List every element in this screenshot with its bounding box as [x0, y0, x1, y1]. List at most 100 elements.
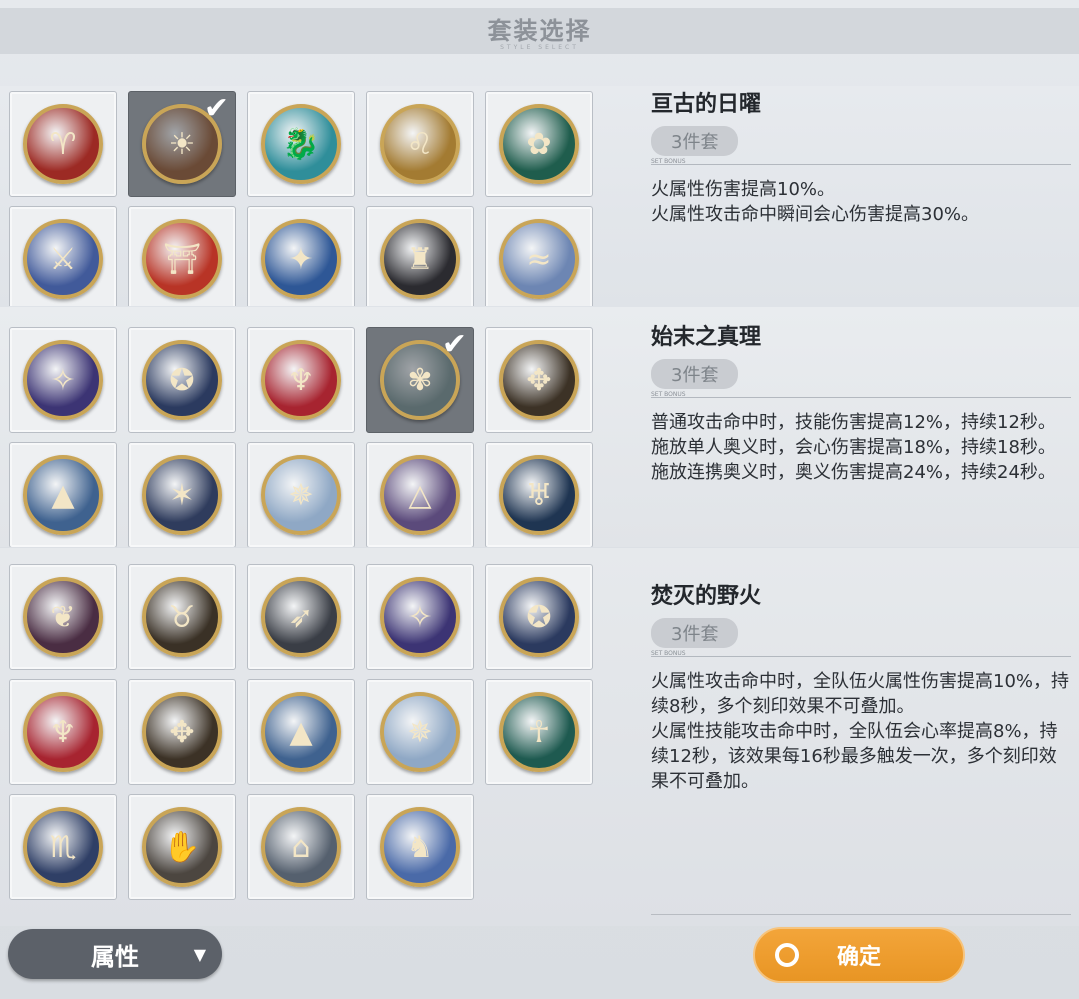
emblem-glyph: ✧: [50, 362, 76, 398]
ram-emblem-icon: ♈: [23, 104, 103, 184]
emblem-card[interactable]: ▲: [9, 442, 117, 547]
emblem-card[interactable]: △: [366, 442, 474, 547]
emblem-card[interactable]: ▲: [247, 679, 355, 785]
emblem-card[interactable]: ♞: [366, 794, 474, 900]
flower-emblem-icon: ✿: [499, 104, 579, 184]
page-header: 套装选择 STYLE SELECT: [0, 8, 1079, 54]
set-name: 始末之真理: [651, 325, 762, 350]
confirm-button[interactable]: 确定: [753, 927, 965, 983]
emblem-card[interactable]: ✵: [247, 442, 355, 547]
emblem-card[interactable]: ✾ ✔: [366, 327, 474, 433]
emblem-card[interactable]: ✋: [128, 794, 236, 900]
emblem-glyph: ✥: [526, 362, 552, 398]
emblem-glyph: ✪: [169, 362, 195, 398]
crystal-emblem-icon: ✧: [380, 577, 460, 657]
emblem-glyph: ▲: [289, 714, 313, 750]
emblem-glyph: ♈: [49, 126, 77, 162]
tower-emblem-icon: ♜: [380, 219, 460, 299]
emblem-glyph: ⚔: [49, 241, 77, 277]
divider: SET BONUS: [651, 650, 1071, 657]
emblem-card[interactable]: ✪: [128, 327, 236, 433]
emblem-glyph: ⛩: [162, 241, 202, 277]
emblem-card[interactable]: ☀ ✔: [128, 91, 236, 197]
set-name: 亘古的日曜: [651, 92, 762, 117]
emblem-glyph: ≈: [526, 241, 552, 277]
attribute-filter-button[interactable]: 属性 ▼: [8, 929, 222, 979]
emblem-card[interactable]: ♆: [247, 327, 355, 433]
emblem-glyph: ✶: [169, 477, 195, 513]
circle-icon: [775, 943, 799, 967]
emblem-card[interactable]: ♏: [9, 794, 117, 900]
divider: SET BONUS: [651, 391, 1071, 398]
emblem-glyph: ♌: [406, 126, 434, 162]
emblem-glyph: ✦: [288, 241, 314, 277]
emblem-card[interactable]: ✥: [485, 327, 593, 433]
mountain-emblem-icon: ▲: [261, 692, 341, 772]
emblem-card[interactable]: ⚔: [9, 206, 117, 306]
set-section-3: ❦ ♉ ➶ ✧ ✪ ♆ ✥ ▲ ✵ ☥ ♏ ✋ ⌂ ♞ 焚灭的野火 3件套 SET BONUS 火属性攻击…: [0, 548, 1079, 926]
flame-emblem-icon: ✦: [261, 219, 341, 299]
star-ring-emblem-icon: ✪: [142, 340, 222, 420]
emblem-card[interactable]: ♌: [366, 91, 474, 197]
emblem-glyph: ▲: [51, 477, 75, 513]
emblem-glyph: ☥: [527, 714, 551, 750]
emblem-card[interactable]: ≈: [485, 206, 593, 306]
claw-emblem-icon: ✋: [142, 807, 222, 887]
emblem-glyph: ✋: [163, 829, 201, 865]
emblem-card[interactable]: ✦: [247, 206, 355, 306]
star-ring-emblem-icon: ✪: [499, 577, 579, 657]
set-description: 普通攻击命中时，技能伤害提高12%，持续12秒。 施放单人奥义时，会心伤害提高1…: [651, 412, 1056, 483]
set-section-2: ✧ ✪ ♆ ✾ ✔ ✥ ▲ ✶ ✵ △ ♅ 始末之真理 3件套 SET BONUS 普通攻击命中时，…: [0, 307, 1079, 547]
set-section-1: ♈ ☀ ✔ 🐉 ♌ ✿ ⚔ ⛩ ✦ ♜ ≈ 亘古的日曜 3件套 SET BONUS 火属性伤害提高1…: [0, 86, 1079, 306]
pharaoh-emblem-icon: ☥: [499, 692, 579, 772]
emblem-glyph: △: [408, 477, 432, 513]
emblem-card[interactable]: ✶: [128, 442, 236, 547]
emblem-card[interactable]: ✪: [485, 564, 593, 670]
mountain-emblem-icon: ▲: [23, 455, 103, 535]
set-description: 火属性攻击命中时，全队伍火属性伤害提高10%，持续8秒，多个刻印效果不可叠加。 …: [651, 671, 1070, 792]
emblem-card[interactable]: 🐉: [247, 91, 355, 197]
emblem-glyph: ✧: [407, 599, 433, 635]
emblem-card[interactable]: ✵: [366, 679, 474, 785]
emblem-glyph: ☀: [168, 126, 196, 162]
scorpion-emblem-icon: ♏: [23, 807, 103, 887]
emblem-glyph: ✵: [407, 714, 433, 750]
sword-emblem-icon: ⚔: [23, 219, 103, 299]
emblem-card[interactable]: ♆: [9, 679, 117, 785]
wave-emblem-icon: ≈: [499, 219, 579, 299]
page-subtitle: STYLE SELECT: [500, 44, 579, 51]
blue-crest-emblem-icon: ♅: [499, 455, 579, 535]
dark-wings-emblem-icon: ❦: [23, 577, 103, 657]
emblem-card[interactable]: ♅: [485, 442, 593, 547]
confirm-label: 确定: [836, 945, 881, 970]
emblem-card[interactable]: ⛩: [128, 206, 236, 306]
emblem-card[interactable]: ♜: [366, 206, 474, 306]
crimson-crest-emblem-icon: ♆: [23, 692, 103, 772]
emblem-card[interactable]: ⌂: [247, 794, 355, 900]
emblem-glyph: ❦: [50, 599, 76, 635]
emblem-card[interactable]: ➶: [247, 564, 355, 670]
crimson-crest-emblem-icon: ♆: [261, 340, 341, 420]
gold-crest-emblem-icon: ✥: [499, 340, 579, 420]
emblem-glyph: ♉: [168, 599, 196, 635]
emblem-card[interactable]: ♈: [9, 91, 117, 197]
emblem-glyph: ➶: [288, 599, 314, 635]
emblem-card[interactable]: ✧: [9, 327, 117, 433]
emblem-card[interactable]: ✥: [128, 679, 236, 785]
serpent-pyramid-emblem-icon: △: [380, 455, 460, 535]
emblem-card[interactable]: ✧: [366, 564, 474, 670]
emblem-card[interactable]: ☥: [485, 679, 593, 785]
emblem-glyph: ⌂: [291, 829, 311, 865]
chevron-down-icon: ▼: [193, 944, 206, 964]
pegasus-emblem-icon: ♞: [380, 807, 460, 887]
set-piece-badge: 3件套: [651, 126, 739, 156]
emblem-card[interactable]: ❦: [9, 564, 117, 670]
attribute-filter-label: 属性: [91, 942, 139, 971]
set-info: 始末之真理 3件套 SET BONUS 普通攻击命中时，技能伤害提高12%，持续…: [651, 319, 1071, 485]
set-info: 焚灭的野火 3件套 SET BONUS 火属性攻击命中时，全队伍火属性伤害提高1…: [651, 578, 1071, 794]
checkmark-icon: ✔: [441, 327, 467, 362]
emblem-card[interactable]: ✿: [485, 91, 593, 197]
divider: SET BONUS: [651, 158, 1071, 165]
emblem-card[interactable]: ♉: [128, 564, 236, 670]
emblem-glyph: ♅: [525, 477, 553, 513]
